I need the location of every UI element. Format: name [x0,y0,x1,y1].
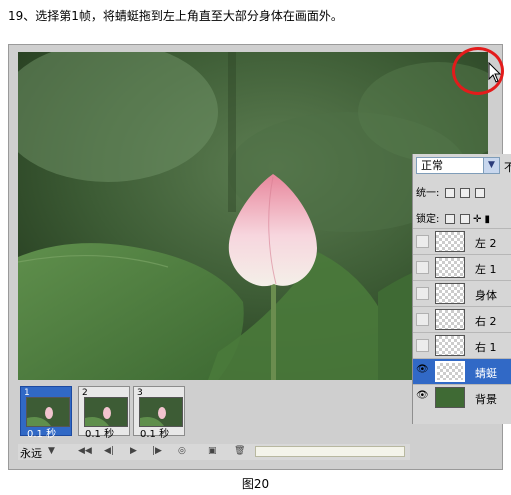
visibility-toggle[interactable] [416,313,429,326]
instruction-text: 19、选择第1帧，将蜻蜓拖到左上角直至大部分身体在画面外。 [8,9,343,23]
chevron-down-icon[interactable]: ▼ [483,158,499,173]
layer-row-right-2[interactable]: 右 2 [413,306,511,332]
frame-delay[interactable]: 0.1 秒 [85,425,114,440]
blend-mode-value: 正常 [421,159,443,172]
mouse-cursor-icon [488,62,502,83]
frame-delay[interactable]: 0.1 秒 [140,425,169,440]
layer-name: 蜻蜓 [475,367,497,380]
layer-row-dragonfly[interactable]: 👁 蜻蜓 [413,358,511,384]
visibility-toggle[interactable] [416,287,429,300]
frame-thumbnail [26,397,70,427]
unify-label: 统一: [416,188,440,199]
visibility-toggle[interactable] [416,339,429,352]
animation-frame-3[interactable]: 3 0.1 秒 [133,386,185,440]
lock-all-icon[interactable]: ▮ [485,214,491,225]
layer-thumbnail [435,231,465,252]
layer-thumbnail [435,283,465,304]
animation-frame-1[interactable]: 1 0.1 秒 [20,386,72,440]
play-icon[interactable]: ▶ [130,446,137,456]
new-frame-icon[interactable]: ▣ [208,446,217,456]
layer-name: 身体 [475,289,497,302]
opacity-label: 不 [504,161,511,174]
chevron-down-icon[interactable]: ▼ [48,446,55,456]
layer-row-body[interactable]: 身体 [413,280,511,306]
trash-icon[interactable]: 🗑 [234,446,245,456]
lock-position-icon[interactable]: ✛ [473,214,481,225]
lock-row: 锁定: ✛ ▮ [416,210,490,225]
layer-name: 左 2 [475,237,497,250]
next-frame-icon[interactable]: |▶ [152,446,162,456]
blend-mode-select[interactable]: 正常 ▼ [416,157,500,174]
eye-icon[interactable]: 👁 [416,364,429,377]
layer-name: 右 2 [475,315,497,328]
lock-pixels-icon[interactable] [459,214,470,224]
lock-transparency-icon[interactable] [444,214,455,224]
layer-name: 右 1 [475,341,497,354]
layer-name: 左 1 [475,263,497,276]
tween-icon[interactable]: ◎ [178,446,186,456]
frames-scrollbar[interactable] [255,446,405,457]
layer-thumbnail [435,387,465,408]
layer-row-right-1[interactable]: 右 1 [413,332,511,358]
frame-thumbnail [84,397,128,427]
layer-row-left-2[interactable]: 左 2 [413,228,511,254]
previous-frame-icon[interactable]: ◀| [104,446,114,456]
layer-thumbnail [435,257,465,278]
unify-visibility-icon[interactable] [459,188,470,198]
layer-thumbnail [435,335,465,356]
layer-row-left-1[interactable]: 左 1 [413,254,511,280]
layer-row-background[interactable]: 👁 背景 [413,384,511,410]
frame-delay[interactable]: 0.1 秒 [27,425,56,440]
layers-panel: 正常 ▼ 不 统一: 锁定: ✛ ▮ 左 2 左 1 身体 右 2 右 1 👁 … [412,154,511,424]
unify-position-icon[interactable] [444,188,455,198]
layer-name: 背景 [475,393,497,406]
visibility-toggle[interactable] [416,261,429,274]
animation-frames: 1 0.1 秒 2 0.1 秒 3 0.1 秒 [18,386,410,440]
eye-icon[interactable]: 👁 [416,390,429,403]
animation-frame-2[interactable]: 2 0.1 秒 [78,386,130,440]
unify-row: 统一: [416,184,485,199]
loop-select[interactable]: 永远 [20,445,42,461]
unify-style-icon[interactable] [474,188,485,198]
lock-label: 锁定: [416,214,440,225]
first-frame-icon[interactable]: ◀◀ [78,446,92,456]
layer-thumbnail [435,309,465,330]
frame-thumbnail [139,397,183,427]
visibility-toggle[interactable] [416,235,429,248]
figure-caption: 图20 [241,477,270,491]
layer-thumbnail [435,361,465,382]
